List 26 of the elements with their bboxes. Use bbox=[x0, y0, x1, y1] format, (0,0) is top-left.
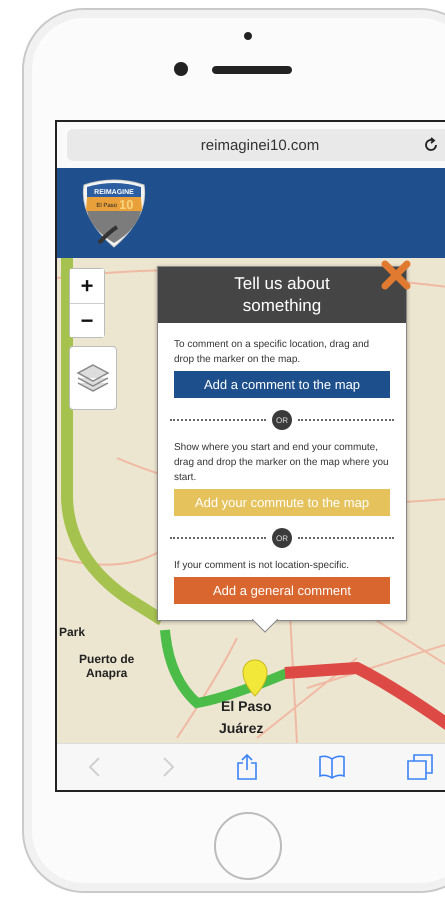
or-badge: OR bbox=[272, 528, 292, 548]
place-label: Juárez bbox=[219, 720, 264, 736]
instruction-text: To comment on a specific location, drag and drop the marker on the map. bbox=[174, 338, 370, 367]
place-label: Puerto de Anapra bbox=[79, 652, 134, 680]
address-bar[interactable]: reimaginei10.com bbox=[67, 129, 445, 161]
place-label: El Paso bbox=[221, 698, 272, 714]
reload-icon[interactable] bbox=[423, 137, 439, 153]
instruction-text: Show where you start and end your commute, drag and drop the marker on the map where you start. bbox=[174, 441, 390, 485]
place-label: Park bbox=[59, 625, 86, 639]
book-icon[interactable] bbox=[318, 755, 346, 779]
map-marker-icon[interactable] bbox=[242, 660, 268, 696]
zoom-out-button[interactable]: − bbox=[70, 303, 104, 337]
sensor-dot bbox=[244, 32, 252, 40]
home-button[interactable] bbox=[214, 812, 282, 880]
close-icon[interactable] bbox=[381, 260, 411, 290]
popup-title: Tell us about something bbox=[158, 267, 406, 323]
action-button[interactable]: Add a comment to the map bbox=[174, 371, 390, 398]
or-badge: OR bbox=[272, 410, 292, 430]
tabs-icon[interactable] bbox=[406, 754, 433, 780]
layers-icon bbox=[76, 363, 110, 393]
popup-pointer bbox=[252, 619, 278, 633]
instruction-text: If your comment is not location-specific. bbox=[174, 559, 350, 573]
camera-dot bbox=[174, 62, 188, 76]
action-button[interactable]: Add a general comment bbox=[174, 577, 390, 604]
layers-button[interactable] bbox=[69, 346, 117, 410]
share-icon[interactable] bbox=[236, 754, 258, 780]
